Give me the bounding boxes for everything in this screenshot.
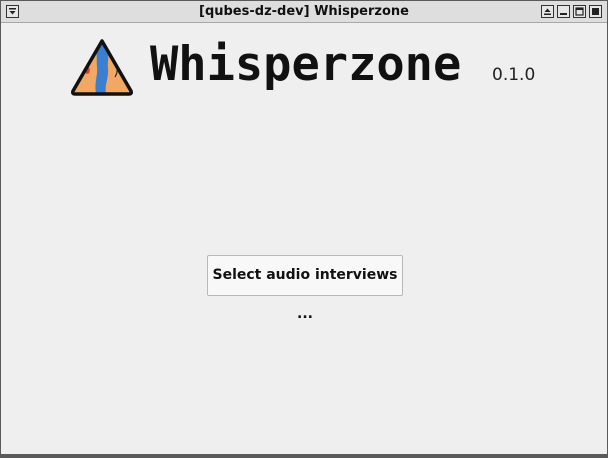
- maximize-icon[interactable]: [573, 5, 586, 18]
- shade-icon[interactable]: [541, 5, 554, 18]
- window-title: [qubes-dz-dev] Whisperzone: [199, 4, 409, 19]
- select-audio-interviews-button[interactable]: Select audio interviews ...: [207, 255, 403, 322]
- minimize-icon[interactable]: [557, 5, 570, 18]
- app-version-label: 0.1.0: [492, 65, 536, 85]
- main-content: Whisperzone 0.1.0 Select audio interview…: [2, 23, 606, 455]
- app-window: [qubes-dz-dev] Whisperzone Whisperzone 0…: [0, 0, 608, 458]
- window-bottom-border: [1, 454, 607, 457]
- title-bar[interactable]: [qubes-dz-dev] Whisperzone: [1, 1, 607, 23]
- close-icon[interactable]: [589, 5, 602, 18]
- app-name-title: Whisperzone: [150, 37, 462, 92]
- whisperzone-logo-icon: [71, 39, 133, 96]
